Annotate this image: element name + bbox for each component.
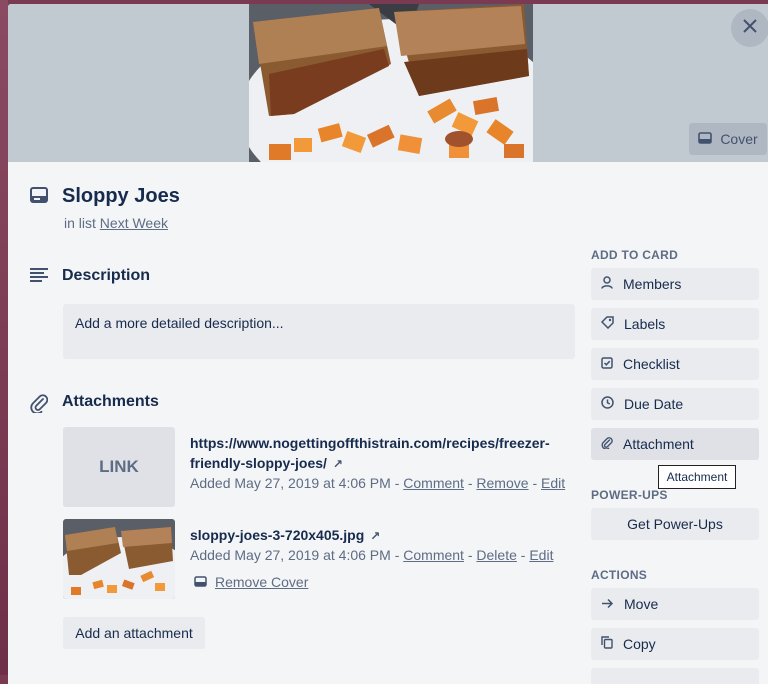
attachment-link-meta: Added May 27, 2019 at 4:06 PM - Comment … [190, 473, 565, 493]
comment-link[interactable]: Comment [403, 547, 464, 563]
attachment-link-name-line2: friendly-sloppy-joes/ [190, 455, 327, 471]
copy-icon [601, 636, 613, 652]
close-icon [743, 18, 757, 38]
attachment-label: Attachment [623, 436, 694, 452]
description-icon [30, 268, 48, 287]
in-list-prefix: in list [64, 215, 96, 231]
card-icon [194, 574, 207, 590]
card-header-icon [30, 187, 48, 208]
external-link-icon[interactable]: ↗ [370, 529, 380, 543]
attachment-image-meta: Added May 27, 2019 at 4:06 PM - Comment … [190, 545, 553, 565]
attachment-button[interactable]: Attachment [591, 428, 759, 460]
list-link[interactable]: Next Week [100, 215, 168, 231]
card-detail-modal: Cover Sloppy Joes in list Next Week Desc… [8, 4, 768, 684]
attachment-image-thumbnail[interactable] [63, 519, 175, 599]
card-cover: Cover [8, 4, 768, 162]
actions-heading: ACTIONS [591, 568, 648, 582]
tag-icon [600, 316, 614, 332]
separator: - [520, 547, 526, 563]
description-input[interactable]: Add a more detailed description... [63, 304, 575, 359]
paperclip-icon [30, 393, 49, 418]
edit-link[interactable]: Edit [529, 547, 553, 563]
attachment-added-date: Added May 27, 2019 at 4:06 PM [190, 547, 391, 563]
copy-button[interactable]: Copy [591, 628, 759, 660]
separator: - [532, 475, 538, 491]
separator: - [394, 547, 400, 563]
arrow-right-icon [601, 596, 614, 612]
remove-cover-link[interactable]: Remove Cover [215, 574, 308, 590]
clock-icon [601, 396, 614, 412]
members-button[interactable]: Members [591, 268, 759, 300]
move-button[interactable]: Move [591, 588, 759, 620]
checkbox-icon [601, 356, 613, 372]
attachment-link-name-line1: https://www.nogettingoffthistrain.com/re… [190, 435, 550, 451]
person-icon [601, 276, 613, 292]
move-label: Move [624, 596, 659, 612]
add-to-card-heading: ADD TO CARD [591, 248, 679, 262]
power-ups-heading: POWER-UPS [591, 488, 668, 502]
board-backdrop [0, 0, 8, 675]
attachment-link-thumbnail[interactable]: LINK [63, 427, 175, 507]
attachment-link-name[interactable]: https://www.nogettingoffthistrain.com/re… [190, 433, 550, 474]
delete-link[interactable]: Delete [476, 547, 516, 563]
attachment-image-name[interactable]: sloppy-joes-3-720x405.jpg ↗ [190, 525, 380, 546]
edit-link[interactable]: Edit [541, 475, 565, 491]
members-label: Members [623, 276, 682, 292]
description-heading: Description [62, 267, 151, 284]
copy-label: Copy [623, 636, 656, 652]
add-attachment-button[interactable]: Add an attachment [63, 617, 205, 649]
labels-button[interactable]: Labels [591, 308, 759, 340]
remove-cover-row: Remove Cover [194, 574, 308, 590]
checklist-button[interactable]: Checklist [591, 348, 759, 380]
attachment-added-date: Added May 27, 2019 at 4:06 PM [190, 475, 391, 491]
due-date-label: Due Date [624, 396, 684, 412]
get-power-ups-button[interactable]: Get Power-Ups [591, 508, 759, 540]
labels-label: Labels [624, 316, 666, 332]
external-link-icon[interactable]: ↗ [333, 457, 343, 471]
attachments-heading: Attachments [62, 393, 159, 410]
paperclip-icon [601, 436, 613, 452]
card-icon [698, 131, 713, 147]
separator: - [467, 547, 473, 563]
comment-link[interactable]: Comment [403, 475, 464, 491]
checklist-label: Checklist [623, 356, 680, 372]
cover-image [249, 4, 533, 162]
attachment-image-name-text: sloppy-joes-3-720x405.jpg [190, 527, 365, 543]
due-date-button[interactable]: Due Date [591, 388, 759, 420]
attachment-tooltip: Attachment [658, 465, 736, 489]
separator: - [394, 475, 400, 491]
cover-button[interactable]: Cover [689, 123, 767, 155]
cover-button-label: Cover [720, 131, 758, 147]
card-title[interactable]: Sloppy Joes [62, 185, 180, 208]
separator: - [467, 475, 473, 491]
close-button[interactable] [731, 9, 768, 47]
remove-link[interactable]: Remove [476, 475, 528, 491]
list-breadcrumb: in list Next Week [64, 215, 168, 231]
next-action-button[interactable] [591, 668, 759, 684]
